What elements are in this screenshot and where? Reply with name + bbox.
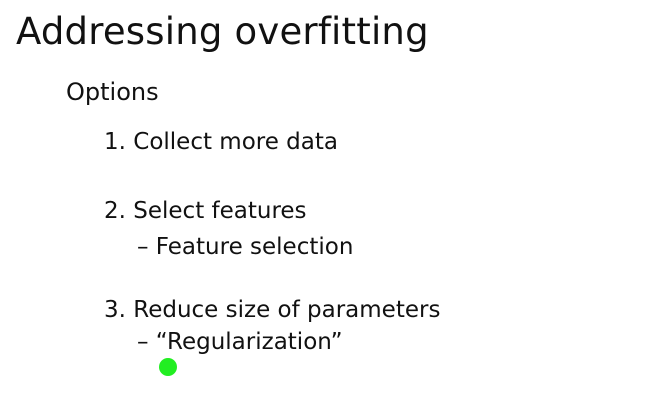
slide-title: Addressing overfitting — [16, 10, 429, 53]
sub-item-regularization: – “Regularization” — [137, 329, 343, 355]
pointer-dot — [159, 358, 177, 376]
list-item-select-features: 2. Select features — [104, 198, 307, 224]
sub-item-feature-selection: – Feature selection — [137, 234, 354, 260]
list-item-collect-more-data: 1. Collect more data — [104, 129, 338, 155]
list-item-reduce-parameters: 3. Reduce size of parameters — [104, 297, 441, 323]
options-heading: Options — [66, 78, 159, 106]
